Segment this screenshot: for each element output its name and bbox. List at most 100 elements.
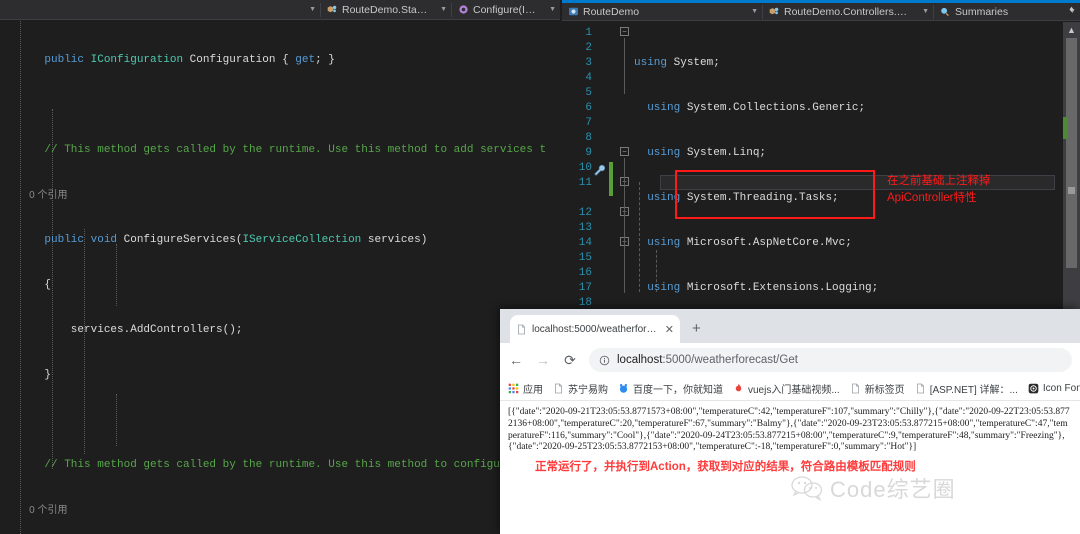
reload-icon[interactable]: ⟳ [562,352,578,369]
bookmark-label: vuejs入门基础视频... [748,385,840,396]
wrench-icon[interactable] [593,164,606,177]
code-line: { [18,279,52,291]
browser-tab-strip: localhost:5000/weatherforeca ✕ + [500,309,1080,343]
class-icon [327,4,338,15]
line-number: 16 [578,267,592,279]
icon-font-icon [1028,383,1039,394]
code-line-codelens[interactable]: 0 个引用 [18,188,545,203]
right-nav-type-label: RouteDemo.Controllers.Weather [784,5,913,18]
left-nav-member-label: Configure(IApplicationBuilder app, IWebH… [473,3,540,16]
baidu-icon [618,383,629,394]
close-icon[interactable]: ✕ [665,323,674,336]
left-nav-type-label: RouteDemo.Startup [342,3,431,16]
watermark-text: Code综艺圈 [830,477,956,502]
right-nav-member-label: Summaries [955,5,1009,18]
scrollbar-thumb[interactable] [1066,38,1077,268]
address-bar-url: localhost:5000/weatherforecast/Get [617,354,798,366]
scroll-up-arrow-icon[interactable]: ▲ [1063,22,1080,38]
bookmark-newtab[interactable]: 新标签页 [850,381,905,396]
bookmark-suning[interactable]: 苏宁易购 [553,381,608,396]
line-number: 10 [578,162,592,174]
line-number: 5 [585,87,592,99]
new-tab-button[interactable]: + [692,320,701,337]
right-nav-project-combo[interactable]: RouteDemo ▼ [562,2,762,22]
code-line: public IConfiguration Configuration { ge… [18,54,335,66]
project-icon [568,6,579,17]
browser-tab[interactable]: localhost:5000/weatherforeca ✕ [510,315,680,343]
change-marker [1063,117,1068,139]
browser-tab-title: localhost:5000/weatherforeca [532,323,660,335]
line-number: 12 [578,207,592,219]
line-number: 15 [578,252,592,264]
bookmark-apps[interactable]: 应用 [508,381,543,396]
line-number: 9 [585,147,592,159]
browser-toolbar: ← → ⟳ localhost:5000/weatherforecast/Get [500,343,1080,377]
chevron-down-icon: ▼ [309,6,316,13]
right-pane-navigation-bar: RouteDemo ▼ RouteDemo.Controllers.Weathe… [562,3,1080,21]
line-number: 7 [585,117,592,129]
left-code-editor[interactable]: public IConfiguration Configuration { ge… [0,21,545,534]
chevron-down-icon: ▼ [549,6,556,13]
chevron-down-icon: ▼ [440,6,447,13]
field-icon [940,6,951,17]
page-icon [850,383,861,394]
bookmark-label: 新标签页 [864,385,905,396]
code-line: } [18,369,52,381]
bookmark-aspnet[interactable]: [ASP.NET] 详解：... [915,381,1018,396]
bookmark-iconfont[interactable]: Icon Fon [1028,383,1080,394]
bookmark-label: Icon Fon [1042,383,1080,394]
right-nav-type-combo[interactable]: RouteDemo.Controllers.Weather ▼ [763,2,933,22]
chevron-down-icon: ▼ [922,8,929,15]
structure-guide [624,38,625,94]
page-icon [516,324,527,335]
left-nav-type-combo[interactable]: RouteDemo.Startup ▼ [321,0,451,20]
line-number: 14 [578,237,592,249]
code-line: using System; [634,57,720,69]
bookmarks-bar: 应用 苏宁易购 百度一下，你就知道 vuejs入门基础视频... 新标签页 [A… [500,377,1080,401]
caret-position-marker [1068,187,1075,194]
method-icon [458,4,469,15]
address-bar[interactable]: localhost:5000/weatherforecast/Get [589,348,1072,372]
info-circle-icon[interactable] [599,355,610,366]
code-line-codelens[interactable]: 0 个引用 [18,503,545,518]
screenshot-root: ▼ RouteDemo.Startup ▼ Configure(IApplica… [0,0,1080,534]
watermark: Code综艺圈 [790,472,956,504]
structure-guide [624,158,625,293]
page-icon [915,383,926,394]
right-nav-project-label: RouteDemo [583,5,640,18]
wechat-icon [790,475,824,501]
code-line: using System.Linq; [634,147,767,159]
class-icon [769,6,780,17]
code-line: using Microsoft.AspNetCore.Mvc; [634,237,852,249]
line-number: 3 [585,57,592,69]
annotation-rectangle [675,170,875,219]
bookmark-label: [ASP.NET] 详解：... [929,385,1018,396]
collapse-toggle[interactable]: − [620,147,629,156]
split-editor-icon[interactable]: ♦ [1063,1,1080,17]
code-line: // This method gets called by the runtim… [18,459,545,471]
annotation-text-line-2: ApiController特性 [887,192,977,204]
left-code-lines: public IConfiguration Configuration { ge… [18,23,545,534]
line-number: 17 [578,282,592,294]
left-pane-navigation-bar: ▼ RouteDemo.Startup ▼ Configure(IApplica… [0,0,560,20]
left-nav-member-combo[interactable]: Configure(IApplicationBuilder app, IWebH… [452,0,560,20]
line-number: 6 [585,102,592,114]
arrow-left-icon[interactable]: ← [508,352,524,368]
code-line: services.AddControllers(); [18,324,243,336]
bookmark-vuejs[interactable]: vuejs入门基础视频... [733,381,840,396]
line-number: 13 [578,222,592,234]
unsaved-change-marker [609,162,613,196]
arrow-right-icon[interactable]: → [535,352,551,368]
url-host: localhost [617,354,663,366]
left-nav-project-combo[interactable]: ▼ [0,0,320,20]
bookmark-label: 应用 [523,385,543,396]
bookmark-baidu[interactable]: 百度一下，你就知道 [618,381,723,396]
json-response-body: [{"date":"2020-09-21T23:05:53.8771573+08… [508,407,1070,453]
flame-icon [733,383,744,394]
right-nav-member-combo[interactable]: Summaries ▼ [934,2,1080,22]
chevron-down-icon: ▼ [751,8,758,15]
url-path: :5000/weatherforecast/Get [662,354,798,366]
collapse-toggle[interactable]: − [620,27,629,36]
